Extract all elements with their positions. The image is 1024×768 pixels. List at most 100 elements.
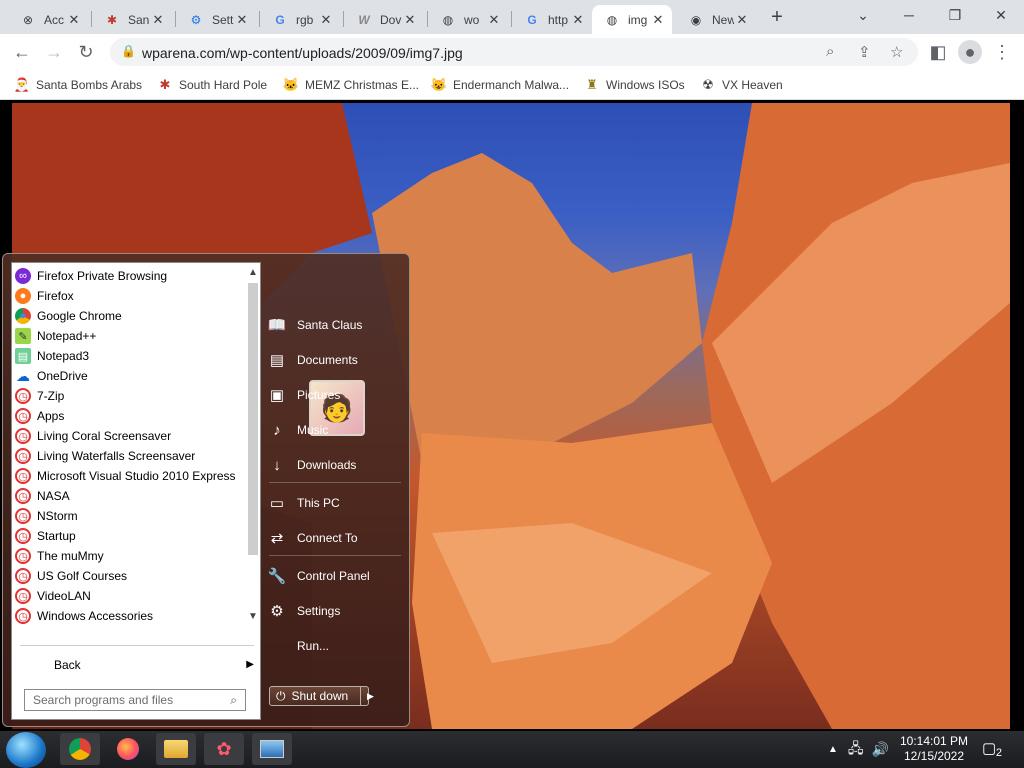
browser-toolbar: ← → ↻ 🔒 wparena.com/wp-content/uploads/2… <box>0 34 1024 70</box>
shut-down-label: Shut down <box>291 689 349 703</box>
program-item[interactable]: ● Firefox <box>12 286 244 306</box>
shut-down-button[interactable]: ⏻ Shut down ▶ <box>269 686 374 706</box>
place-this-pc[interactable]: ▭ This PC <box>267 488 403 518</box>
bookmark-vx-heaven[interactable]: ☢ VX Heaven <box>700 77 783 93</box>
folder-clock-icon: ◷ <box>15 448 31 464</box>
system-tray: ▲ 🖧 🔊 <box>828 731 889 768</box>
lock-icon[interactable]: 🔒 <box>121 44 136 58</box>
menu-kebab-icon[interactable]: ⋮ <box>990 40 1014 64</box>
place-run[interactable]: Run... <box>267 631 403 661</box>
network-icon[interactable]: 🖧 <box>848 738 864 762</box>
program-item[interactable]: ◷ NASA <box>12 486 244 506</box>
bookmark-south-hard-pole[interactable]: ✱ South Hard Pole <box>157 77 268 93</box>
program-item[interactable]: ◷ VideoLAN <box>12 586 244 606</box>
close-icon[interactable]: ✕ <box>570 12 586 28</box>
taskbar-firefox-icon[interactable] <box>108 733 148 765</box>
place-music[interactable]: ♪ Music <box>267 415 403 445</box>
reload-icon[interactable]: ↻ <box>74 40 98 64</box>
taskbar-image-viewer-icon[interactable] <box>252 733 292 765</box>
shutdown-options-arrow-icon[interactable]: ▶ <box>360 687 380 705</box>
back-arrow-icon[interactable]: ← <box>10 40 34 64</box>
share-icon[interactable]: ⇪ <box>858 43 871 61</box>
program-item[interactable]: ◷ 7-Zip <box>12 386 244 406</box>
tab-search-icon[interactable]: ⌄ <box>848 5 878 25</box>
w-logo-icon: W <box>358 12 370 27</box>
program-item[interactable]: ◷ Startup <box>12 526 244 546</box>
side-panel-icon[interactable]: ◧ <box>926 40 950 64</box>
program-scrollbar[interactable]: ▲ ▼ <box>246 265 260 627</box>
program-item[interactable]: ◷ US Golf Courses <box>12 566 244 586</box>
restore-button[interactable]: ❐ <box>940 5 970 25</box>
search-icon[interactable]: ⌕ <box>230 693 237 708</box>
close-icon[interactable]: ✕ <box>734 12 750 28</box>
santa-icon: 🎅 <box>13 77 31 92</box>
scroll-up-arrow-icon[interactable]: ▲ <box>246 267 260 281</box>
program-item[interactable]: ◷ Living Coral Screensaver <box>12 426 244 446</box>
taskbar-explorer-icon[interactable] <box>156 733 196 765</box>
scroll-thumb[interactable] <box>248 283 258 555</box>
bookmark-endermanch[interactable]: 😺 Endermanch Malwa... <box>431 77 569 93</box>
url-text[interactable]: wparena.com/wp-content/uploads/2009/09/i… <box>142 45 463 61</box>
back-button[interactable]: Back ▶ <box>12 655 260 675</box>
close-icon[interactable]: ✕ <box>650 12 666 28</box>
tab-4[interactable]: Grgb ✕ <box>260 5 340 34</box>
close-icon[interactable]: ✕ <box>486 12 502 28</box>
profile-avatar-icon[interactable]: ● <box>958 40 982 64</box>
program-label: Microsoft Visual Studio 2010 Express <box>37 469 236 483</box>
program-item[interactable]: ◷ Living Waterfalls Screensaver <box>12 446 244 466</box>
program-item[interactable]: ◷ Windows Accessories <box>12 606 244 626</box>
clock[interactable]: 10:14:01 PM 12/15/2022 <box>896 734 972 764</box>
tab-8-active[interactable]: ◍ img ✕ <box>592 5 672 34</box>
address-bar[interactable]: 🔒 wparena.com/wp-content/uploads/2009/09… <box>110 38 918 66</box>
close-window-button[interactable]: ✕ <box>986 5 1016 25</box>
tab-6[interactable]: ◍ wo ✕ <box>428 5 508 34</box>
show-hidden-icons-icon[interactable]: ▲ <box>828 744 838 755</box>
close-icon[interactable]: ✕ <box>318 12 334 28</box>
tab-2[interactable]: ✱ San ✕ <box>92 5 172 34</box>
place-documents[interactable]: ▤ Documents <box>267 345 403 375</box>
place-control-panel[interactable]: 🔧 Control Panel <box>267 561 403 591</box>
close-icon[interactable]: ✕ <box>402 12 418 28</box>
search-icon[interactable]: ⌕ <box>826 43 834 60</box>
tab-5[interactable]: W Dov ✕ <box>344 5 424 34</box>
program-item[interactable]: ∞ Firefox Private Browsing <box>12 266 244 286</box>
star-icon[interactable]: ☆ <box>890 43 903 61</box>
program-item[interactable]: ◷ Apps <box>12 406 244 426</box>
notification-center-icon[interactable]: 2 ▢ <box>982 739 1004 759</box>
bookmark-memz[interactable]: 🐱 MEMZ Christmas E... <box>283 77 419 93</box>
program-item[interactable]: ● Google Chrome <box>12 306 244 326</box>
place-pictures[interactable]: ▣ Pictures <box>267 380 403 410</box>
bookmark-windows-isos[interactable]: ♜ Windows ISOs <box>584 77 685 93</box>
scroll-down-arrow-icon[interactable]: ▼ <box>246 611 260 625</box>
back-label: Back <box>54 658 81 672</box>
program-item[interactable]: ✎ Notepad++ <box>12 326 244 346</box>
taskbar-app-icon[interactable]: ✿ <box>204 733 244 765</box>
program-item[interactable]: ◷ NStorm <box>12 506 244 526</box>
place-santa-claus[interactable]: 📖 Santa Claus <box>267 310 403 340</box>
tab-3[interactable]: ⚙ Sett ✕ <box>176 5 256 34</box>
place-label: Run... <box>297 639 330 653</box>
taskbar-chrome-icon[interactable] <box>60 733 100 765</box>
program-item[interactable]: ◷ The muMmy <box>12 546 244 566</box>
close-icon[interactable]: ✕ <box>150 12 166 28</box>
program-item[interactable]: ▤ Notepad3 <box>12 346 244 366</box>
bookmark-santa-bombs-arabs[interactable]: 🎅 Santa Bombs Arabs <box>14 77 142 93</box>
program-item[interactable]: ☁ OneDrive <box>12 366 244 386</box>
new-tab-button[interactable]: + <box>766 6 788 28</box>
forward-arrow-icon[interactable]: → <box>42 40 66 64</box>
program-item[interactable]: ◷ Microsoft Visual Studio 2010 Express <box>12 466 244 486</box>
close-icon[interactable]: ✕ <box>234 12 250 28</box>
search-programs-input[interactable]: Search programs and files ⌕ <box>24 689 246 711</box>
start-orb-button[interactable] <box>6 732 46 768</box>
folder-clock-icon: ◷ <box>15 408 31 424</box>
place-downloads[interactable]: ↓ Downloads <box>267 450 403 480</box>
tab-9[interactable]: ◉ New Tab✕ <box>676 5 756 34</box>
place-settings[interactable]: ⚙ Settings <box>267 596 403 626</box>
volume-icon[interactable]: 🔊 <box>872 741 889 758</box>
notepad3-icon: ▤ <box>15 348 31 364</box>
tab-1[interactable]: ⊗ Acc ✕ <box>8 5 88 34</box>
minimize-button[interactable]: ─ <box>894 5 924 25</box>
place-connect-to[interactable]: ⇄ Connect To <box>267 523 403 553</box>
close-icon[interactable]: ✕ <box>66 12 82 28</box>
tab-7[interactable]: Ghttp ✕ <box>512 5 592 34</box>
